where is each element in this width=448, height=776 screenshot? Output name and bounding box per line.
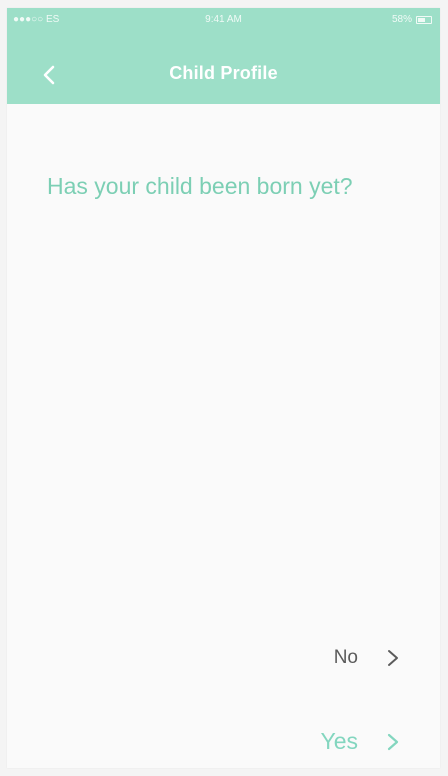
question-text: Has your child been born yet?	[47, 173, 353, 199]
answer-yes-button[interactable]: Yes	[320, 728, 400, 755]
chevron-right-icon	[386, 648, 400, 668]
nav-header: ●●●○○ ES 9:41 AM 58% Child Profile	[7, 8, 440, 104]
battery-percent: 58%	[391, 14, 412, 25]
status-bar: ●●●○○ ES 9:41 AM 58%	[7, 8, 440, 40]
answer-no-button[interactable]: No	[334, 647, 400, 669]
answer-no-label: No	[333, 647, 358, 668]
battery-icon	[416, 15, 432, 24]
battery-status: 58%	[392, 14, 432, 25]
answer-yes-label: Yes	[320, 728, 358, 754]
status-time: 9:41 AM	[205, 14, 242, 25]
chevron-right-icon	[386, 732, 400, 752]
page-title: Child Profile	[169, 63, 278, 83]
app-screen: ●●●○○ ES 9:41 AM 58% Child Profile Has y…	[7, 8, 440, 768]
